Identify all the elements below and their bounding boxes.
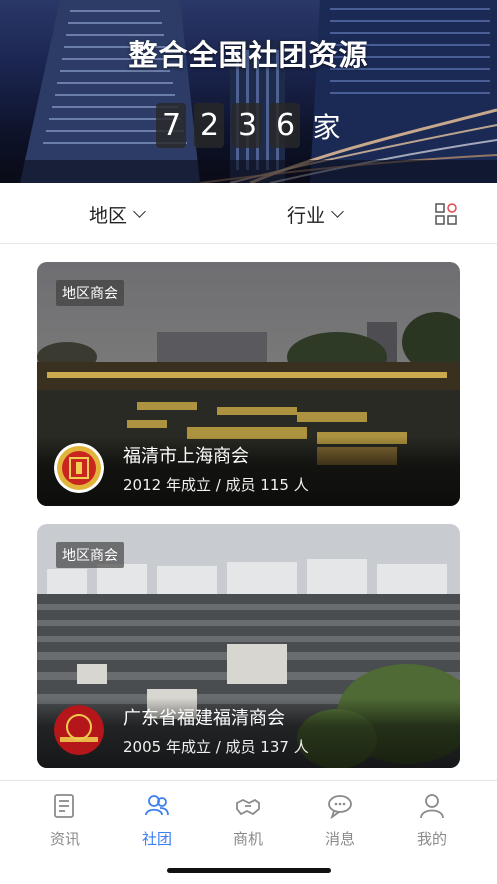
association-card[interactable]: 地区商会 福清市上海商会 2012 年成立 / 成员 115 人 <box>37 262 460 506</box>
tab-business[interactable]: 商机 <box>218 793 278 849</box>
home-indicator[interactable] <box>167 868 331 873</box>
association-meta: 2005 年成立 / 成员 137 人 <box>123 738 309 756</box>
hero-banner: 整合全国社团资源 7 2 3 6 家 <box>0 0 497 183</box>
industry-filter[interactable]: 行业 <box>287 201 344 228</box>
filter-bar: 地区 行业 <box>0 183 497 244</box>
region-filter-label: 地区 <box>89 205 128 227</box>
organization-counter: 7 2 3 6 家 <box>0 103 497 148</box>
counter-digit: 7 <box>156 103 187 148</box>
category-grid-icon[interactable] <box>435 203 457 225</box>
hero-title: 整合全国社团资源 <box>128 38 369 72</box>
profile-icon <box>420 794 444 819</box>
counter-digit: 3 <box>232 103 263 148</box>
association-logo <box>54 443 104 493</box>
counter-digit: 2 <box>194 103 225 148</box>
chevron-down-icon <box>133 205 146 218</box>
city-skyline-image <box>0 0 497 183</box>
tab-news[interactable]: 资讯 <box>35 793 95 849</box>
association-name: 广东省福建福清商会 <box>123 708 285 729</box>
association-name: 福清市上海商会 <box>123 446 249 467</box>
association-meta: 2012 年成立 / 成员 115 人 <box>123 476 309 494</box>
association-card[interactable]: 地区商会 广东省福建福清商会 2005 年成立 / 成员 137 人 <box>37 524 460 768</box>
industry-filter-label: 行业 <box>287 205 326 227</box>
tab-profile[interactable]: 我的 <box>402 793 462 849</box>
tab-messages[interactable]: 消息 <box>310 793 370 849</box>
counter-unit: 家 <box>312 110 341 144</box>
tab-label: 商机 <box>232 830 263 848</box>
tab-label: 社团 <box>141 830 172 848</box>
group-icon <box>145 795 169 816</box>
association-logo <box>54 705 104 755</box>
tab-label: 我的 <box>416 830 447 848</box>
tab-label: 资讯 <box>49 830 80 848</box>
news-icon <box>54 794 74 818</box>
tab-group[interactable]: 社团 <box>127 793 187 849</box>
category-tag: 地区商会 <box>56 542 124 568</box>
tab-label: 消息 <box>324 830 355 848</box>
counter-digit: 6 <box>270 103 301 148</box>
category-tag: 地区商会 <box>56 280 124 306</box>
region-filter[interactable]: 地区 <box>89 201 146 228</box>
handshake-icon <box>236 798 260 816</box>
message-icon <box>328 795 352 820</box>
chevron-down-icon <box>331 205 344 218</box>
